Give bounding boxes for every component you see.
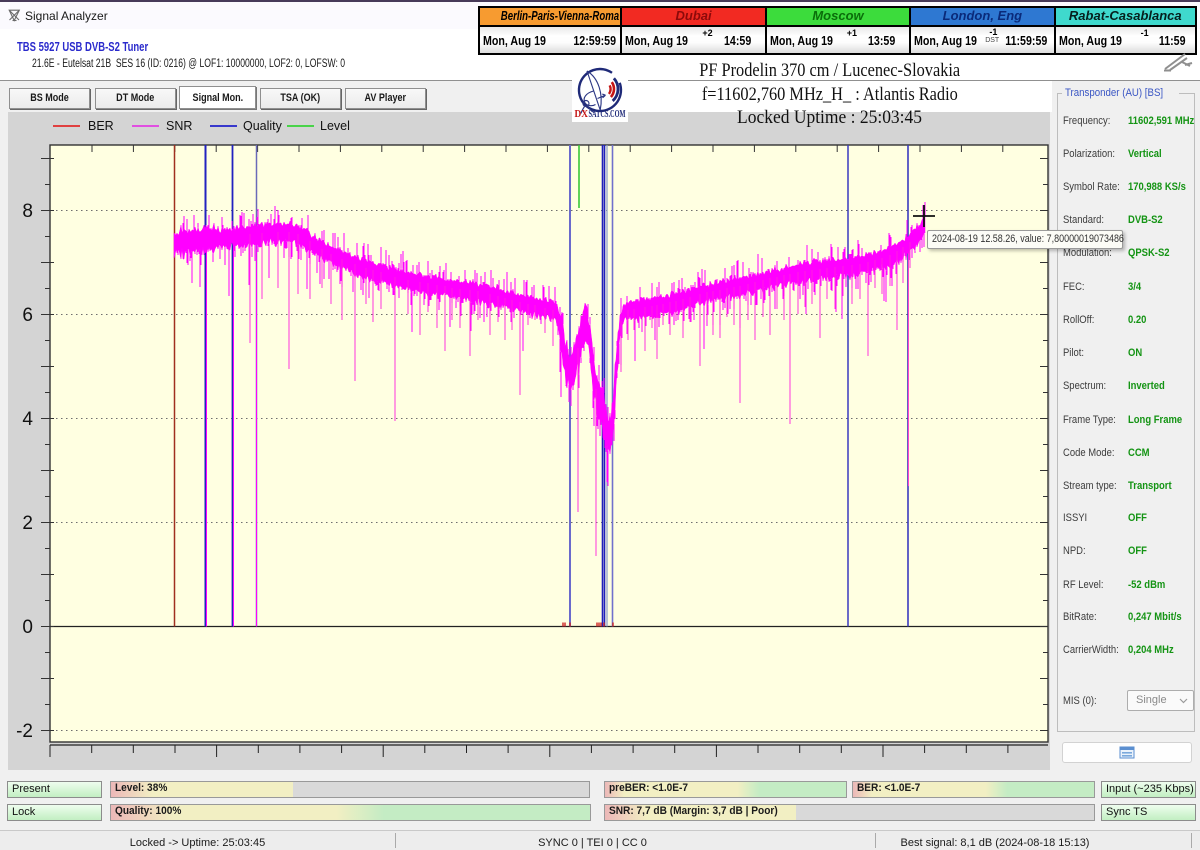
svg-text:-2: -2 xyxy=(16,721,33,742)
svg-text:2: 2 xyxy=(22,513,33,534)
svg-text:DX: DX xyxy=(575,109,589,120)
svg-text:SATCS.COM: SATCS.COM xyxy=(589,109,626,120)
svg-text:0: 0 xyxy=(22,617,33,638)
svg-text:8: 8 xyxy=(22,201,33,222)
svg-text:4: 4 xyxy=(22,409,33,430)
svg-text:6: 6 xyxy=(22,305,33,326)
